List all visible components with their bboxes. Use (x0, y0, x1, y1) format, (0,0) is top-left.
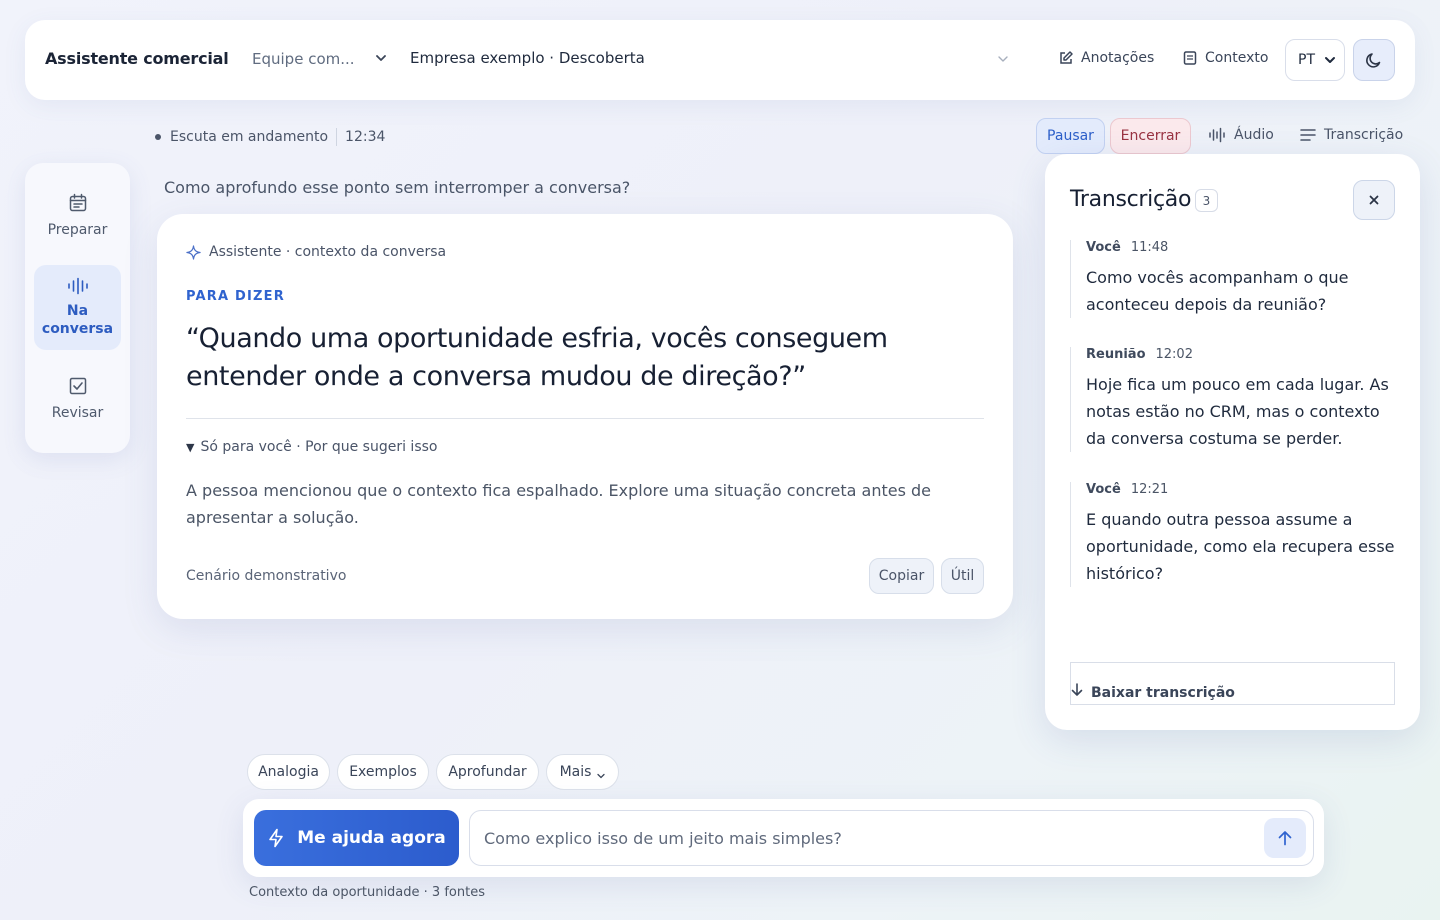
chip-more[interactable]: Mais (546, 754, 619, 790)
entry-text: Como vocês acompanham o que aconteceu de… (1086, 268, 1349, 314)
chevron-down-icon (597, 773, 606, 779)
demo-label: Cenário demonstrativo (186, 568, 347, 584)
divider (336, 128, 338, 146)
app-title: Assistente comercial (45, 49, 229, 68)
waveform-icon (1209, 127, 1225, 143)
why-label: Só para você · Por que sugeri isso (200, 439, 438, 455)
status-dot (155, 134, 161, 140)
entry-meta: Reunião 12:02 (1086, 347, 1400, 362)
transcript-entry: Você 12:21 E quando outra pessoa assume … (1070, 482, 1400, 587)
nav-item-live-conversation[interactable]: Na conversa (34, 265, 121, 350)
card-header-label: Assistente · contexto da conversa (209, 244, 447, 260)
chevron-down-icon[interactable] (375, 52, 387, 67)
calendar-icon (69, 193, 86, 212)
entry-text: Hoje fica um pouco em cada lugar. As not… (1086, 375, 1389, 448)
card-header: Assistente · contexto da conversa (186, 244, 446, 260)
lines-icon (1300, 129, 1316, 141)
pause-button[interactable]: Pausar (1036, 118, 1105, 154)
language-value: PT (1298, 52, 1315, 68)
entry-text: E quando outra pessoa assume a oportunid… (1086, 510, 1395, 583)
language-select[interactable]: PT (1285, 39, 1345, 81)
entry-speaker: Você (1086, 482, 1121, 497)
nav-label: Na conversa (41, 303, 114, 337)
transcript-label: Transcrição (1324, 127, 1404, 143)
arrow-down-icon (1071, 683, 1083, 701)
nav-item-review[interactable]: Revisar (34, 376, 121, 421)
chip-more-label: Mais (559, 764, 592, 780)
lightning-icon (269, 828, 284, 848)
why-toggle[interactable]: ▼ Só para você · Por que sugeri isso (186, 439, 437, 455)
help-now-label: Me ajuda agora (297, 828, 446, 848)
checkbox-icon (69, 377, 86, 395)
opportunity-select[interactable]: Empresa exemplo · Descoberta (410, 49, 645, 67)
context-label: Contexto (1205, 50, 1269, 66)
entry-speaker: Você (1086, 240, 1121, 255)
chevron-down-icon[interactable] (997, 53, 1009, 68)
listening-status: Escuta em andamento 12:34 (155, 128, 385, 146)
chip-deepen[interactable]: Aprofundar (436, 754, 539, 790)
audio-label: Áudio (1234, 127, 1274, 143)
entry-meta: Você 12:21 (1086, 482, 1400, 497)
close-button[interactable] (1353, 180, 1395, 220)
arrow-up-icon (1278, 831, 1292, 846)
suggestion-card: Assistente · contexto da conversa PARA D… (157, 214, 1013, 619)
audio-button[interactable]: Áudio (1208, 127, 1274, 143)
entry-time: 12:21 (1130, 482, 1169, 497)
count-badge: 3 (1195, 189, 1218, 212)
transcript-entry: Você 11:48 Como vocês acompanham o que a… (1070, 240, 1400, 318)
document-icon (1183, 51, 1197, 65)
download-transcript-button[interactable]: Baixar transcrição (1070, 662, 1395, 705)
team-select[interactable]: Equipe com... (252, 50, 355, 68)
nav-label: Revisar (51, 405, 104, 421)
current-question: Como aprofundo esse ponto sem interrompe… (164, 178, 631, 197)
help-now-button[interactable]: Me ajuda agora (254, 810, 459, 866)
divider (186, 418, 984, 419)
status-text: Escuta em andamento (170, 129, 329, 145)
entry-speaker: Reunião (1086, 347, 1146, 362)
card-tag: PARA DIZER (186, 289, 285, 304)
panel-title: Transcrição (1070, 187, 1192, 212)
entry-time: 11:48 (1130, 240, 1169, 255)
entry-time: 12:02 (1155, 347, 1193, 362)
moon-icon (1366, 53, 1381, 68)
top-bar: Assistente comercial Equipe com... Empre… (25, 20, 1415, 100)
notes-button[interactable]: Anotações (1058, 50, 1154, 66)
triangle-down-icon: ▼ (186, 440, 195, 454)
entry-meta: Você 11:48 (1086, 240, 1400, 255)
transcript-panel: Transcrição 3 Você 11:48 Como vocês acom… (1045, 154, 1420, 730)
context-sources: Contexto da oportunidade · 3 fontes (249, 885, 485, 900)
transcript-entry: Reunião 12:02 Hoje fica um pouco em cada… (1070, 347, 1400, 452)
nav-item-prepare[interactable]: Preparar (34, 193, 121, 238)
suggestion-explanation: A pessoa mencionou que o contexto fica e… (186, 481, 932, 527)
context-button[interactable]: Contexto (1182, 50, 1268, 66)
side-navigation: Preparar Na conversa Revisar (25, 163, 130, 453)
transcript-button[interactable]: Transcrição (1300, 127, 1403, 143)
message-input-wrapper (469, 810, 1314, 866)
close-icon (1369, 195, 1379, 205)
waveform-icon (67, 277, 88, 295)
message-input[interactable] (484, 811, 1254, 865)
suggested-phrase: “Quando uma oportunidade esfria, vocês c… (186, 323, 888, 392)
download-label: Baixar transcrição (1091, 685, 1235, 701)
useful-button[interactable]: Útil (941, 558, 984, 594)
theme-toggle-button[interactable] (1353, 39, 1395, 81)
chevron-down-icon (1325, 57, 1335, 63)
stop-button[interactable]: Encerrar (1110, 118, 1191, 154)
edit-icon (1060, 51, 1073, 64)
send-button[interactable] (1264, 818, 1306, 858)
elapsed-time: 12:34 (345, 129, 386, 145)
chip-analogy[interactable]: Analogia (247, 754, 330, 790)
sparkle-icon (186, 244, 201, 260)
notes-label: Anotações (1081, 50, 1155, 66)
copy-button[interactable]: Copiar (869, 558, 934, 594)
nav-label: Preparar (47, 222, 108, 238)
composer: Me ajuda agora (243, 799, 1324, 877)
chip-examples[interactable]: Exemplos (337, 754, 429, 790)
